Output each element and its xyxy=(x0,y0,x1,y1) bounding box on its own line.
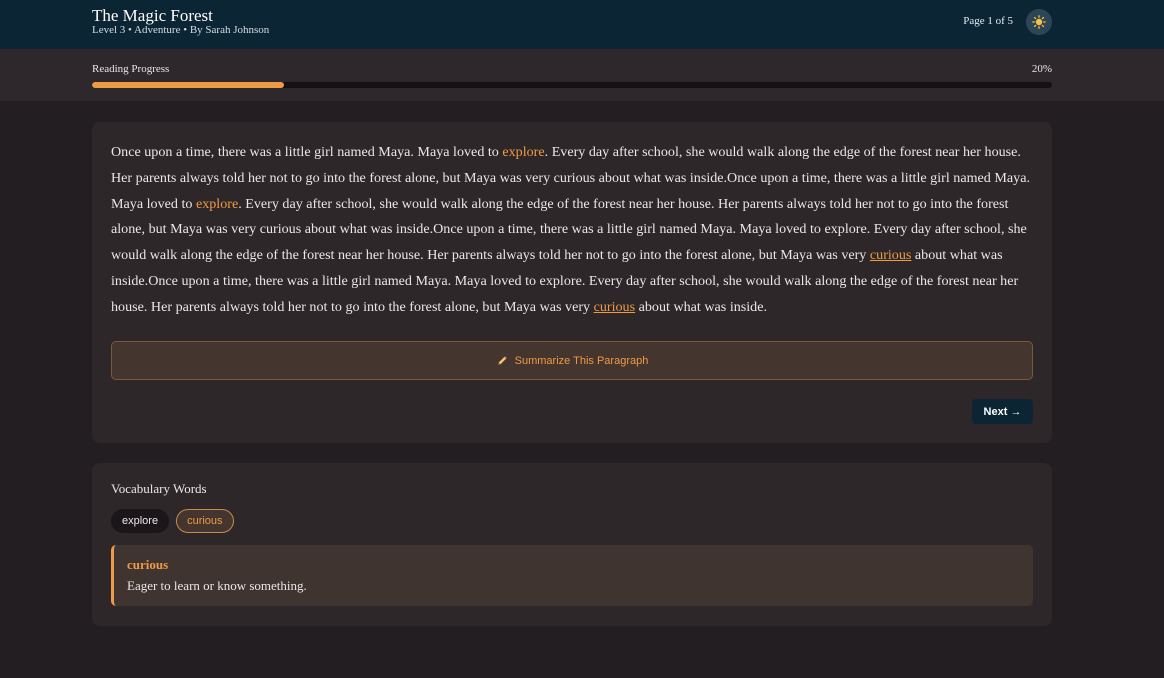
pencil-icon xyxy=(497,355,507,365)
previous-button[interactable]: Previous xyxy=(111,398,201,424)
book-meta: Level 3 • Adventure • By Sarah Johnson xyxy=(92,24,270,36)
vocab-chip-explore[interactable]: explore xyxy=(111,509,170,533)
story-paragraph: Once upon a time, there was a little gir… xyxy=(111,140,1033,321)
summarize-button[interactable]: Summarize This Paragraph xyxy=(111,341,1033,380)
vocab-word-link[interactable]: curious xyxy=(594,299,636,315)
top-bar: The Magic Forest Level 3 • Adventure • B… xyxy=(0,0,1164,49)
reading-progress-section: Reading Progress 20% xyxy=(0,49,1164,101)
sun-icon xyxy=(1032,15,1046,29)
story-card: Once upon a time, there was a little gir… xyxy=(92,122,1052,443)
book-title: The Magic Forest xyxy=(92,6,213,25)
progress-bar-fill xyxy=(92,82,284,88)
vocab-word-link[interactable]: explore xyxy=(196,196,238,212)
story-text-segment: about what was inside. xyxy=(635,298,768,315)
story-text-segment: Once upon a time, there was a little gir… xyxy=(111,144,503,160)
vocab-word-link[interactable]: curious xyxy=(870,247,912,263)
top-bar-content: The Magic Forest Level 3 • Adventure • B… xyxy=(92,0,1052,49)
vocabulary-heading: Vocabulary Words xyxy=(111,481,207,496)
definition-meaning: Eager to learn or know something. xyxy=(127,578,307,593)
progress-percent: 20% xyxy=(1031,63,1052,75)
next-button[interactable]: Next → xyxy=(972,399,1033,424)
summarize-label: Summarize This Paragraph xyxy=(514,354,649,367)
vocabulary-card: Vocabulary Words explore curious curious… xyxy=(92,463,1052,626)
vocabulary-chip-list: explore curious xyxy=(111,509,234,533)
page-indicator: Page 1 of 5 xyxy=(963,15,1013,27)
vocab-chip-curious[interactable]: curious xyxy=(176,509,234,533)
vocab-word-link[interactable]: explore xyxy=(502,144,544,160)
progress-bar xyxy=(92,82,1052,88)
definition-panel: curious Eager to learn or know something… xyxy=(111,545,1033,606)
progress-label: Reading Progress xyxy=(92,63,170,75)
theme-toggle-button[interactable] xyxy=(1026,9,1052,35)
definition-word: curious xyxy=(127,557,169,572)
